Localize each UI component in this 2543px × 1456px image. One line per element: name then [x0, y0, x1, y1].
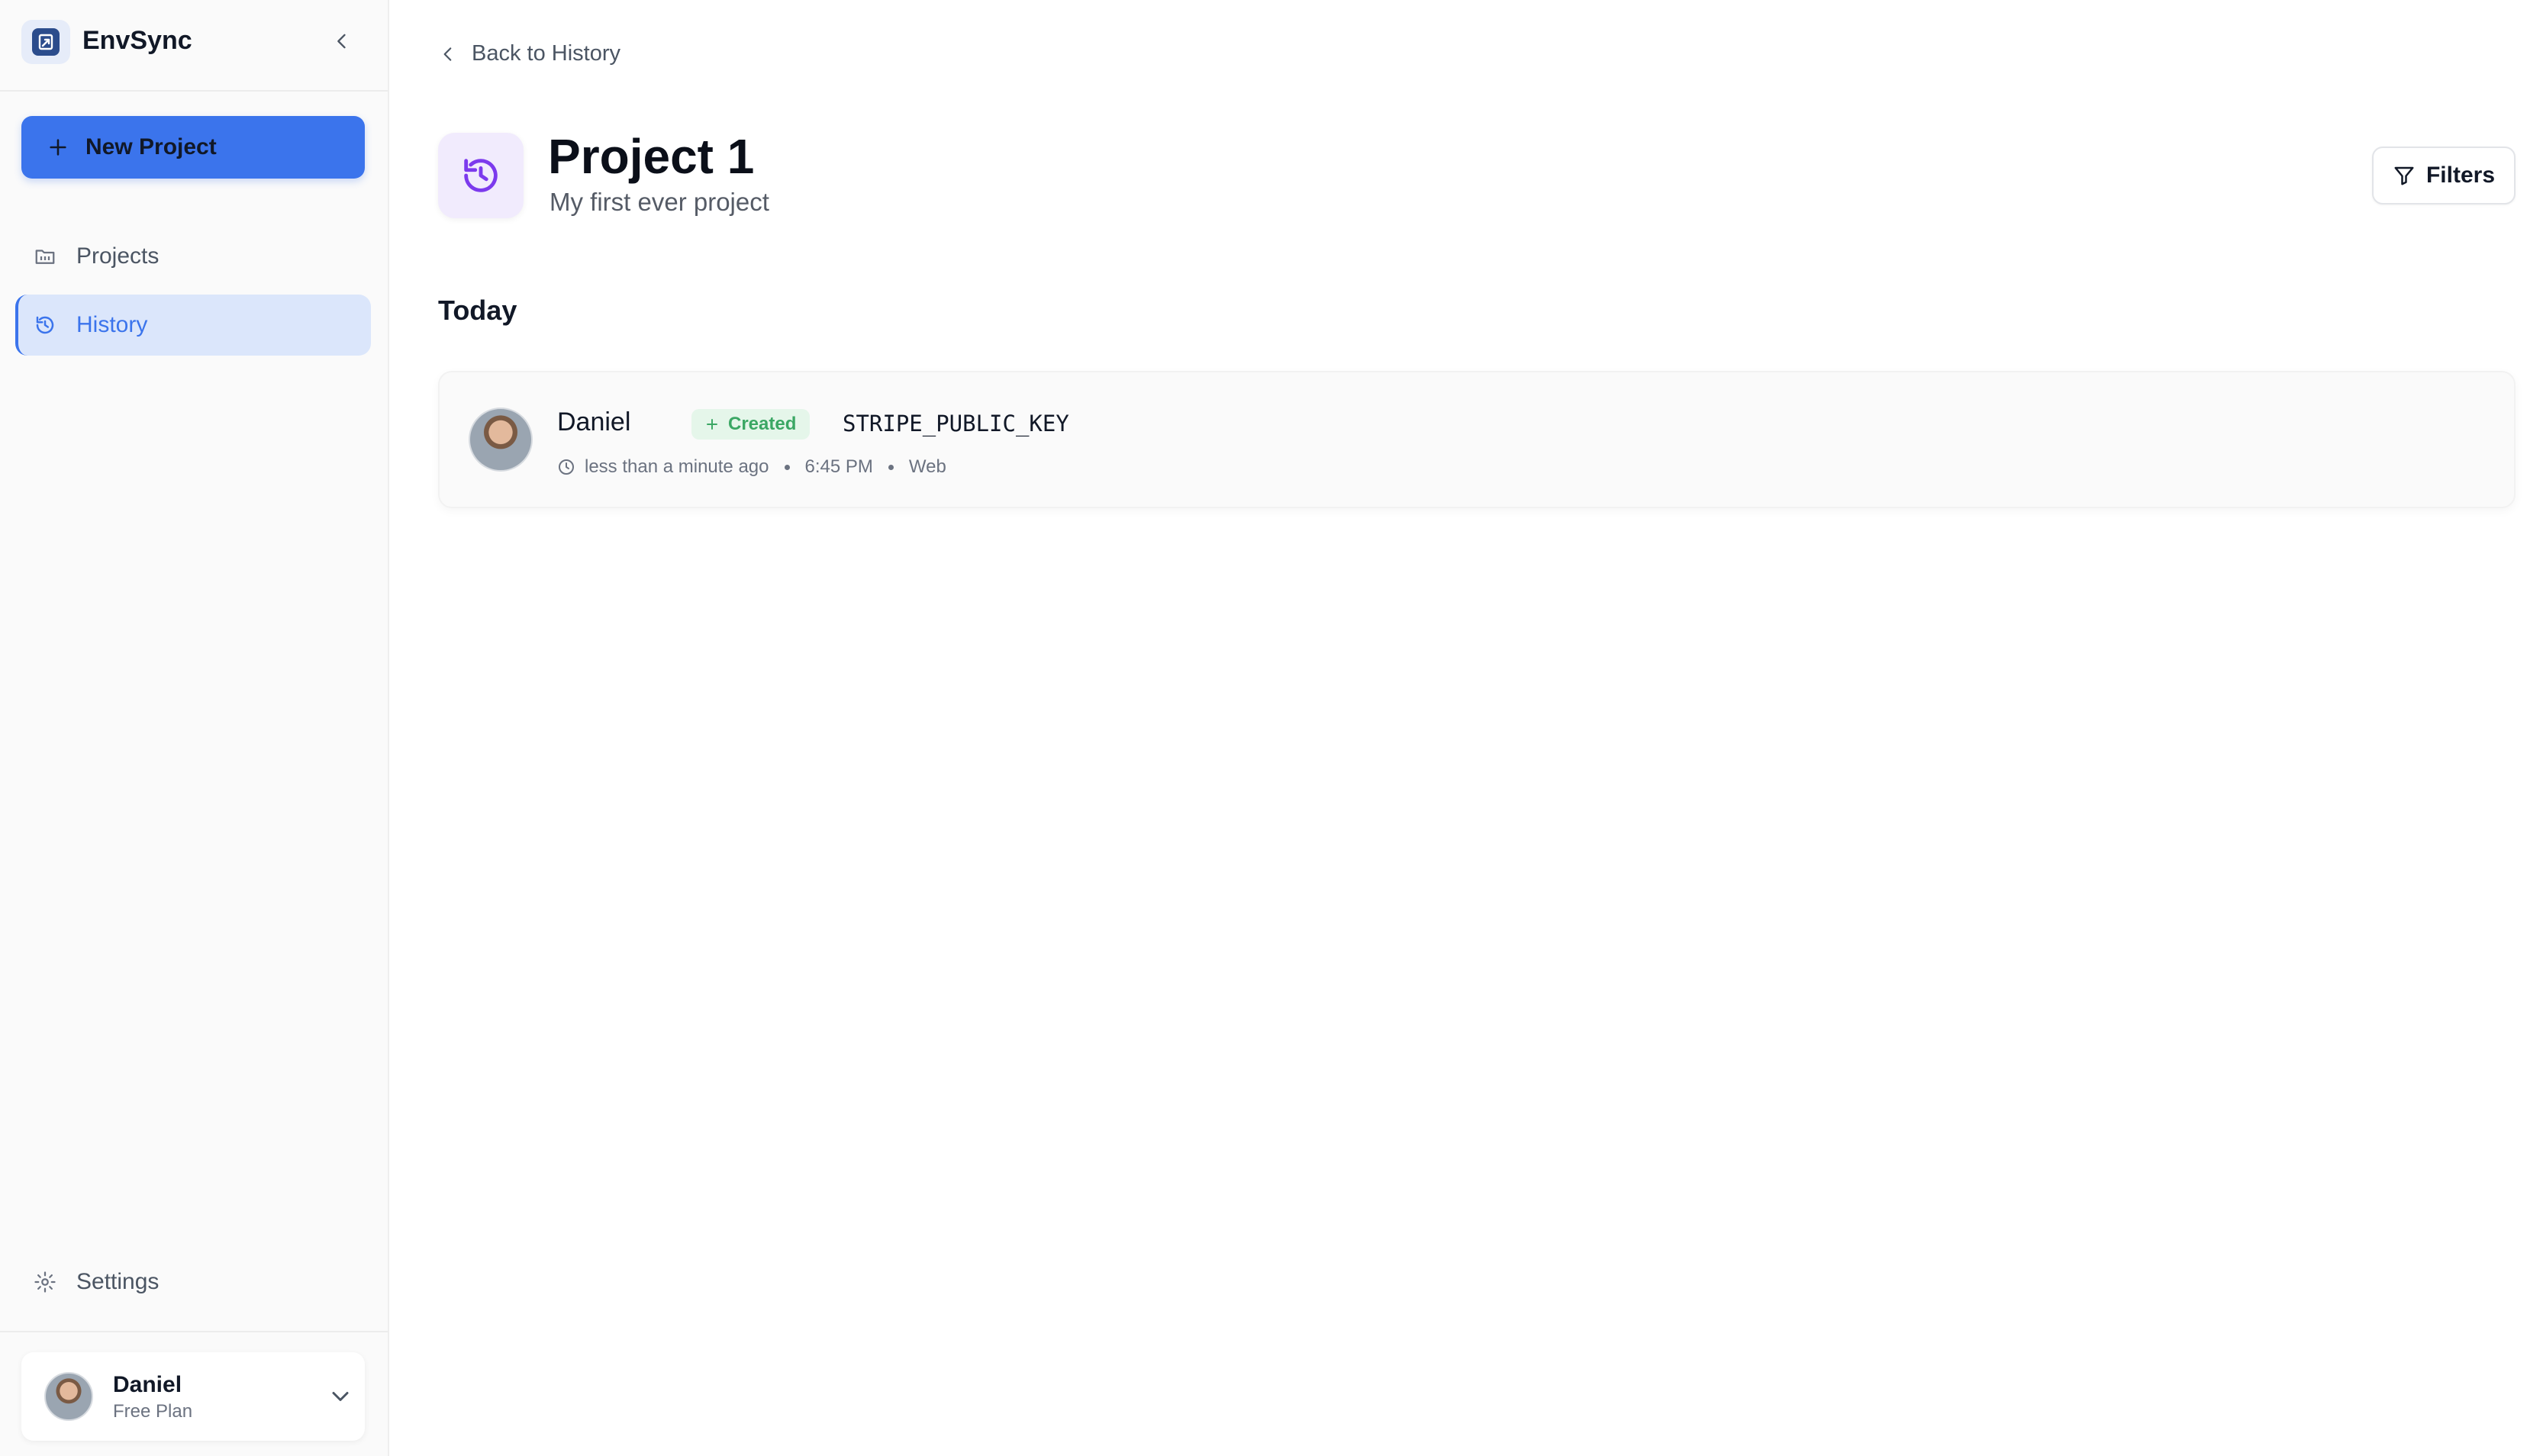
folder-icon [35, 250, 55, 264]
sidebar-item-label: History [76, 312, 148, 337]
sidebar-item-settings[interactable]: Settings [15, 1251, 371, 1313]
sidebar-item-label: Settings [76, 1269, 160, 1294]
separator-dot [888, 464, 894, 470]
new-project-button[interactable]: New Project [21, 116, 365, 179]
page-title: Project 1 [548, 129, 755, 184]
entry-source: Web [908, 456, 946, 477]
history-icon [438, 133, 524, 218]
back-link-label: Back to History [472, 41, 620, 66]
entry-meta: less than a minute ago 6:45 PM Web [557, 456, 946, 478]
chevron-down-icon [332, 1392, 349, 1401]
separator-dot [784, 464, 790, 470]
filter-icon [2394, 166, 2414, 185]
variable-key: STRIPE_PUBLIC_KEY [843, 411, 1069, 436]
brand-header: EnvSync [0, 0, 388, 92]
chevron-left-icon [337, 34, 346, 49]
app-name: EnvSync [82, 26, 192, 55]
main-content: Back to History Project 1 My first ever … [389, 0, 2543, 1456]
action-label: Created [728, 414, 797, 434]
entry-time: 6:45 PM [804, 456, 873, 477]
new-project-label: New Project [85, 134, 217, 159]
history-icon [36, 316, 54, 334]
avatar [469, 407, 533, 472]
app-root: EnvSync New Project Projects History Set… [0, 0, 2543, 1456]
page-subtitle: My first ever project [550, 188, 769, 216]
sidebar-item-label: Projects [76, 243, 160, 269]
plus-icon [707, 419, 717, 430]
avatar [44, 1372, 93, 1421]
plus-icon [50, 139, 66, 156]
sidebar-divider [0, 1331, 388, 1332]
gear-icon [34, 1271, 56, 1293]
relative-time: less than a minute ago [585, 456, 769, 477]
sidebar: EnvSync New Project Projects History Set… [0, 0, 389, 1456]
clock-icon [559, 459, 574, 475]
filters-button[interactable]: Filters [2372, 147, 2516, 205]
history-entry[interactable]: Daniel Created STRIPE_PUBLIC_KEY less th… [438, 371, 2516, 508]
user-plan: Free Plan [113, 1401, 193, 1422]
collapse-sidebar-button[interactable] [324, 23, 360, 60]
back-to-history-link[interactable]: Back to History [438, 41, 620, 66]
chevron-left-icon [443, 47, 452, 61]
actor-name: Daniel [557, 407, 631, 436]
action-badge: Created [691, 409, 811, 440]
user-name: Daniel [113, 1372, 182, 1397]
date-group-heading: Today [438, 295, 517, 326]
app-logo-icon [21, 20, 70, 64]
user-menu[interactable]: Daniel Free Plan [21, 1352, 365, 1441]
sidebar-item-projects[interactable]: Projects [15, 226, 371, 287]
filters-label: Filters [2425, 163, 2496, 188]
sidebar-item-history[interactable]: History [15, 295, 371, 356]
